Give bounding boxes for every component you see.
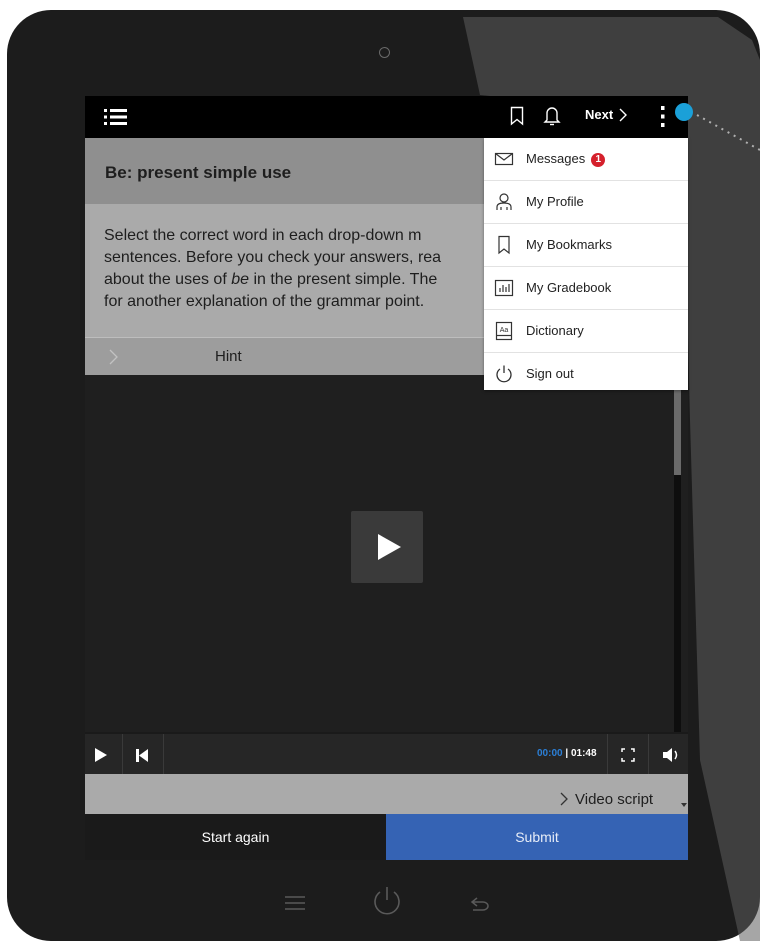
play-button[interactable] — [351, 511, 423, 583]
power-icon — [496, 365, 512, 383]
start-again-button[interactable]: Start again — [85, 814, 386, 860]
tap-indicator-dot — [675, 103, 693, 121]
menu-item-label: My Profile — [526, 194, 584, 209]
menu-item-label: Dictionary — [526, 323, 584, 338]
chevron-right-icon — [560, 792, 568, 806]
bell-icon[interactable] — [543, 105, 561, 127]
bookmark-icon — [498, 235, 510, 255]
more-vertical-icon[interactable] — [660, 105, 666, 129]
scroll-down-arrow-icon[interactable] — [681, 802, 687, 808]
menu-item-messages[interactable]: Messages 1 — [484, 138, 688, 181]
svg-text:Aa: Aa — [500, 327, 509, 334]
top-bar: Next — [85, 96, 688, 138]
time-separator: | — [565, 748, 569, 759]
play-icon — [378, 534, 401, 560]
fullscreen-icon[interactable] — [621, 748, 635, 762]
dropdown-menu: Messages 1 My Profile My Bookmarks My Gra… — [484, 138, 688, 390]
menu-item-dictionary[interactable]: Aa Dictionary — [484, 310, 688, 353]
submit-button[interactable]: Submit — [386, 814, 688, 860]
front-camera — [379, 47, 390, 58]
menu-item-sign-out[interactable]: Sign out — [484, 353, 688, 395]
bookmark-icon[interactable] — [510, 106, 524, 126]
chevron-right-icon — [619, 108, 628, 121]
hardware-back-icon[interactable] — [469, 896, 491, 912]
menu-item-my-bookmarks[interactable]: My Bookmarks — [484, 224, 688, 267]
duration: 01:48 — [570, 748, 597, 759]
skip-back-icon[interactable] — [136, 749, 149, 762]
lesson-title: Be: present simple use — [105, 163, 292, 182]
dictionary-icon: Aa — [495, 321, 513, 341]
scrollbar[interactable] — [674, 375, 681, 774]
video-player — [85, 375, 688, 774]
list-menu-icon[interactable] — [104, 107, 128, 127]
gradebook-icon — [494, 279, 514, 297]
menu-item-label: Messages 1 — [526, 151, 606, 167]
play-icon[interactable] — [94, 747, 108, 763]
hardware-menu-icon[interactable] — [284, 896, 306, 910]
next-label: Next — [585, 107, 614, 122]
user-icon — [496, 193, 512, 210]
unread-count-badge: 1 — [591, 153, 606, 167]
time-display: 00:00 | 01:48 — [537, 748, 597, 759]
next-button[interactable]: Next — [585, 107, 628, 122]
menu-item-label: My Bookmarks — [526, 237, 612, 252]
hint-label: Hint — [215, 348, 242, 365]
menu-item-my-profile[interactable]: My Profile — [484, 181, 688, 224]
hardware-power-icon[interactable] — [370, 885, 404, 919]
video-controls: 00:00 | 01:48 — [85, 732, 688, 776]
envelope-icon — [494, 152, 514, 166]
volume-icon[interactable] — [662, 747, 682, 763]
menu-item-my-gradebook[interactable]: My Gradebook — [484, 267, 688, 310]
menu-item-label: My Gradebook — [526, 280, 612, 295]
video-script-toggle[interactable]: Video script — [85, 774, 688, 814]
current-time: 00:00 — [537, 748, 563, 759]
action-bar: Start again Submit — [85, 814, 688, 860]
menu-item-label: Sign out — [526, 366, 574, 381]
video-script-label: Video script — [575, 791, 654, 808]
chevron-right-icon — [109, 349, 118, 365]
